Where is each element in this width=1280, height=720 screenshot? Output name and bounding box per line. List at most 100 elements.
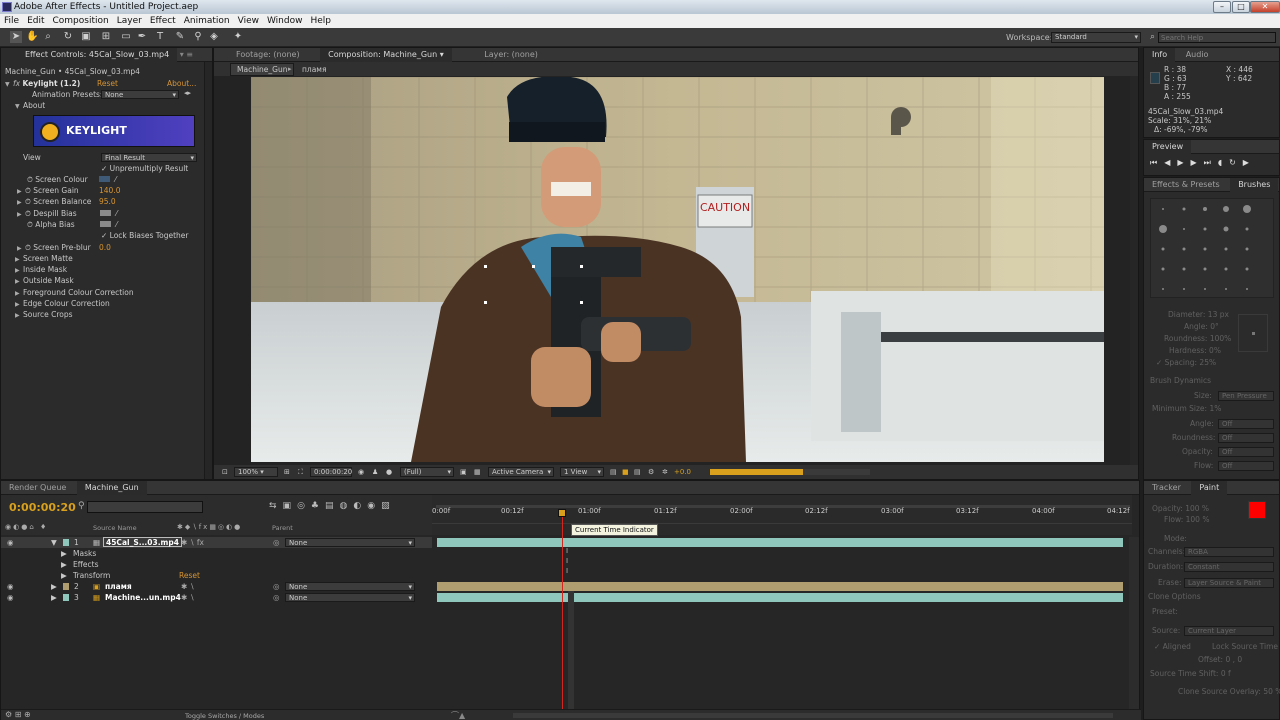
ram-preview-icon[interactable]: ▶	[1243, 158, 1256, 167]
section-screen-matte[interactable]: ▶ Screen Matte	[15, 253, 73, 264]
graph-editor-icon[interactable]: ◉	[367, 501, 381, 511]
section-edge-colour-correction[interactable]: ▶ Edge Colour Correction	[15, 298, 110, 309]
tab-tracker[interactable]: Tracker	[1144, 481, 1189, 495]
tab-paint[interactable]: Paint	[1191, 481, 1228, 495]
search-help-input[interactable]	[1158, 32, 1276, 43]
section-outside-mask[interactable]: ▶ Outside Mask	[15, 275, 74, 286]
brush-roundness-dropdown[interactable]: Off	[1218, 433, 1274, 443]
snapshot-camera-icon[interactable]: ◉	[358, 465, 364, 479]
channel-icon[interactable]: ●	[386, 465, 392, 479]
subtab-plamya[interactable]: пламя	[302, 65, 326, 74]
clone-source-dropdown[interactable]: Current Layer	[1184, 626, 1274, 636]
screen-gain-value[interactable]: 140.0	[99, 185, 120, 196]
timeline-search-input[interactable]	[87, 501, 203, 513]
stopwatch-icon[interactable]: ⏱	[25, 209, 31, 218]
timeline-horizontal-scrollbar[interactable]	[513, 713, 1113, 718]
layer-name[interactable]: Machine...un.mp4	[105, 592, 181, 603]
parent-pickwhip-icon[interactable]: ◎	[273, 592, 280, 603]
layer-label-color[interactable]	[63, 583, 69, 590]
layer-name[interactable]: пламя	[105, 581, 132, 592]
visibility-eye-icon[interactable]: ◉	[7, 537, 14, 548]
subtab-machine-gun[interactable]: Machine_Gun	[230, 63, 295, 76]
mask-points-overlay[interactable]	[484, 265, 584, 305]
region-of-interest-icon[interactable]: ⛶	[298, 465, 303, 479]
keylight-effect-header[interactable]: ▼ fx Keylight (1.2) Reset About...	[5, 78, 205, 89]
section-foreground-colour-correction[interactable]: ▶ Foreground Colour Correction	[15, 287, 134, 298]
layer-parent-dropdown[interactable]: None ▾	[285, 593, 415, 602]
visibility-eye-icon[interactable]: ◉	[7, 592, 14, 603]
menu-layer[interactable]: Layer	[113, 14, 146, 28]
brush-angle-dropdown[interactable]: Off	[1218, 419, 1274, 429]
last-frame-icon[interactable]: ⏭	[1204, 158, 1218, 167]
layer-name[interactable]: 45Cal_S...03.mp4	[103, 537, 182, 547]
alpha-bias-swatch[interactable]	[100, 221, 111, 227]
fast-previews-icon[interactable]: ▣	[460, 465, 467, 479]
stopwatch-icon[interactable]: ⏱	[25, 243, 31, 252]
brush-tips-grid[interactable]	[1150, 198, 1274, 298]
menu-view[interactable]: View	[234, 14, 263, 28]
toggle-pixel-aspect-icon[interactable]: ▤	[610, 465, 617, 479]
reset-link[interactable]: Reset	[97, 78, 118, 89]
flowchart-icon[interactable]: ⚙	[648, 465, 654, 479]
layer-switches-icon[interactable]: ✱ ∖	[181, 581, 194, 592]
tab-preview[interactable]: Preview	[1144, 140, 1192, 154]
zoom-slider-icon[interactable]: ⌒▲	[451, 710, 465, 720]
layer-2-duration-bar[interactable]	[437, 582, 1123, 591]
tab-composition[interactable]: Composition: Machine_Gun ▾	[320, 48, 452, 62]
section-inside-mask[interactable]: ▶ Inside Mask	[15, 264, 67, 275]
menu-composition[interactable]: Composition	[49, 14, 113, 28]
close-button[interactable]: ✕	[1250, 1, 1280, 13]
eyedropper-icon[interactable]: ⁄	[116, 219, 117, 230]
layer-row-1[interactable]: ◉ ▼ 1 ▦ 45Cal_S...03.mp4 ✱ ∖ fx ◎ None ▾	[1, 537, 432, 548]
brush-flow-dropdown[interactable]: Off	[1218, 461, 1274, 471]
tab-brushes[interactable]: Brushes	[1230, 178, 1279, 192]
about-section[interactable]: ▼ About	[15, 100, 45, 111]
tab-layer[interactable]: Layer: (none)	[476, 48, 546, 62]
motion-blur-icon[interactable]: ◍	[340, 501, 354, 511]
zoom-tool-icon[interactable]: ⌕	[42, 31, 54, 43]
layer-1-duration-bar[interactable]	[437, 538, 1123, 547]
rotate-tool-icon[interactable]: ↻	[62, 31, 74, 43]
visibility-eye-icon[interactable]: ◉	[7, 581, 14, 592]
timeline-vertical-scrollbar[interactable]	[1129, 537, 1139, 709]
brush-size-dropdown[interactable]: Pen Pressure	[1218, 391, 1274, 401]
timeline-ruler[interactable]: 0:00f 00:12f 01:00f 01:12f 02:00f 02:12f…	[432, 495, 1132, 535]
panel-menu-icon[interactable]: ▾ ≡	[180, 50, 193, 59]
safe-margins-icon[interactable]: ⊞	[284, 465, 290, 479]
layer-label-color[interactable]	[63, 594, 69, 601]
first-frame-icon[interactable]: ⏮	[1150, 158, 1164, 167]
tab-machine-gun[interactable]: Machine_Gun	[76, 481, 147, 495]
timeline-icon[interactable]: ▤	[634, 465, 641, 479]
layer-parent-dropdown[interactable]: None ▾	[285, 538, 415, 547]
prev-frame-icon[interactable]: ◀	[1164, 158, 1177, 167]
work-area-bar[interactable]	[436, 505, 1130, 508]
menu-animation[interactable]: Animation	[180, 14, 234, 28]
about-link[interactable]: About...	[167, 78, 196, 89]
tab-effects-presets[interactable]: Effects & Presets	[1144, 178, 1228, 192]
view-dropdown[interactable]: Final Result ▾	[101, 153, 197, 162]
foreground-color-swatch[interactable]	[1248, 501, 1266, 519]
current-time-indicator-head[interactable]	[558, 509, 566, 517]
view-layout-dropdown[interactable]: 1 View ▾	[560, 467, 604, 477]
parent-pickwhip-icon[interactable]: ◎	[273, 581, 280, 592]
comp-mini-flowchart-icon[interactable]: ⇆	[269, 501, 283, 511]
eyedropper-icon[interactable]: ⁄	[115, 174, 116, 185]
workspace-dropdown[interactable]: Standard ▾	[1051, 32, 1141, 43]
stopwatch-icon[interactable]: ⏱	[25, 186, 31, 195]
layer-switches-icon[interactable]: ✱ ∖ fx	[181, 537, 204, 548]
tab-audio[interactable]: Audio	[1178, 48, 1217, 62]
effect-controls-scrollbar[interactable]	[204, 62, 212, 479]
screen-balance-value[interactable]: 95.0	[99, 196, 116, 207]
maximize-button[interactable]: □	[1232, 1, 1250, 13]
tab-info[interactable]: Info	[1144, 48, 1176, 62]
brush-spacing-checkbox[interactable]: ✓ Spacing: 25%	[1156, 357, 1216, 368]
stopwatch-icon[interactable]: ⏱	[25, 197, 31, 206]
type-tool-icon[interactable]: T	[154, 31, 166, 43]
timeline-timecode[interactable]: 0:00:00:20	[9, 501, 76, 514]
exposure-value[interactable]: +0.0	[674, 465, 691, 479]
camera-tool-icon[interactable]: ▣	[80, 31, 92, 43]
viewer-timecode[interactable]: 0:00:00:20	[310, 467, 352, 477]
menu-help[interactable]: Help	[306, 14, 335, 28]
layer-prop-effects[interactable]: ▶ Effects	[1, 559, 432, 570]
layer-prop-masks[interactable]: ▶ Masks	[1, 548, 432, 559]
